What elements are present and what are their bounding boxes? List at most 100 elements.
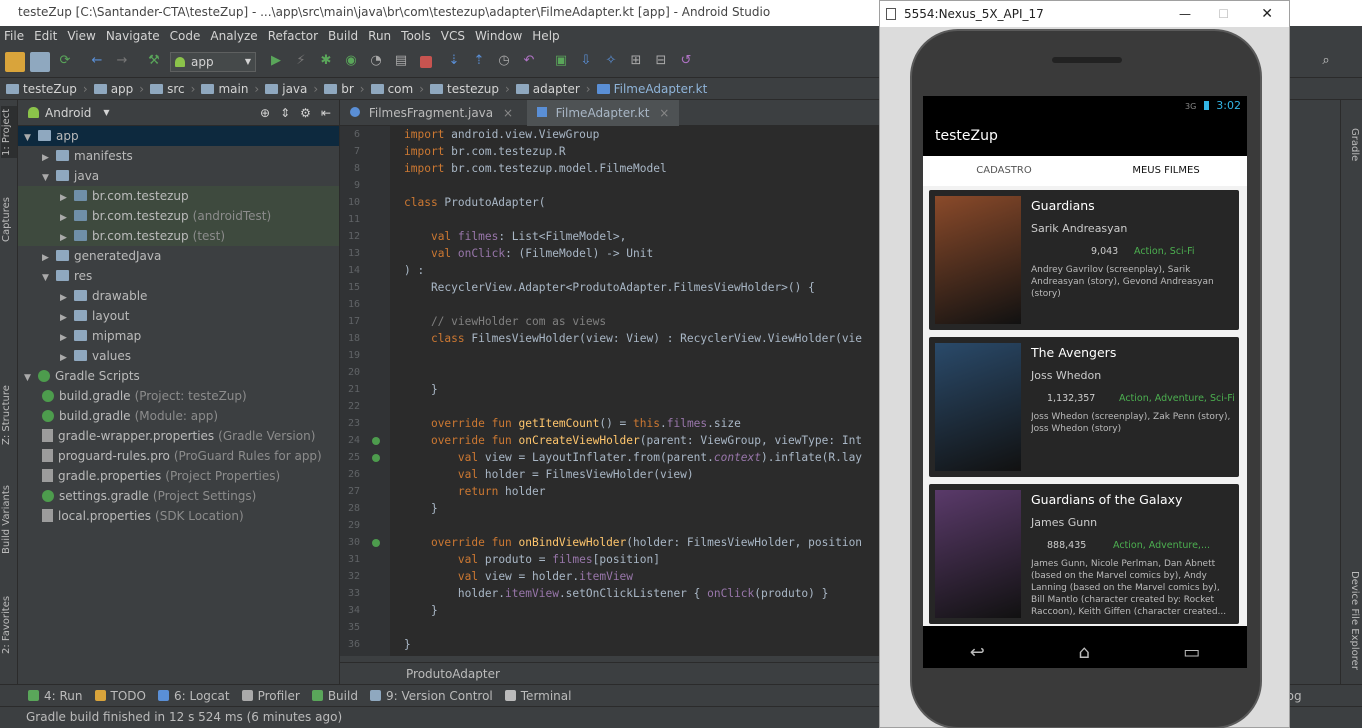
tree-item[interactable]: build.gradle (Module: app) [18,406,339,426]
menu-item-window[interactable]: Window [471,28,528,44]
tree-item[interactable]: gradle-wrapper.properties (Gradle Version… [18,426,339,446]
tree-arrow-icon[interactable]: ▼ [42,268,56,288]
breadcrumb-item[interactable]: testezup [430,82,499,96]
breadcrumb-item[interactable]: src [150,82,185,96]
close-icon[interactable]: ✕ [1261,1,1273,27]
bottom-tab-5[interactable]: 9: Version Control [369,685,493,707]
menu-item-navigate[interactable]: Navigate [102,28,166,44]
tree-item[interactable]: ▶ mipmap [18,326,339,346]
tree-arrow-icon[interactable]: ▶ [42,148,56,168]
collapse-all-icon[interactable]: ⇕ [280,106,290,120]
build-variants-tool-tab[interactable]: Build Variants [1,480,17,560]
revert-icon[interactable]: ↶ [519,52,539,72]
undo-icon[interactable]: ↺ [676,52,696,72]
editor-breadcrumb-label[interactable]: ProdutoAdapter [406,667,500,681]
movie-card[interactable]: The Avengers Joss Whedon 1,132,357 Action, … [929,337,1239,477]
tree-arrow-icon[interactable]: ▶ [60,288,74,308]
maximize-icon[interactable]: ☐ [1218,1,1229,27]
bottom-tab-4[interactable]: Build [311,685,358,707]
sdk-manager-icon[interactable]: ⇩ [576,52,596,72]
code-editor[interactable]: import android.view.ViewGroup import br.c… [390,126,880,656]
bottom-tab-1[interactable]: TODO [94,685,146,707]
open-folder-icon[interactable] [5,51,25,72]
make-project-icon[interactable]: ⚒ [144,52,164,72]
vcs-commit-icon[interactable]: ⇡ [469,52,489,72]
forward-icon[interactable]: → [112,52,132,72]
tree-arrow-icon[interactable]: ▼ [24,368,38,388]
bottom-tab-3[interactable]: Profiler [241,685,300,707]
tree-arrow-icon[interactable]: ▶ [60,208,74,228]
movie-list[interactable]: Guardians Sarik Andreasyan 9,043 Action, Sc… [923,186,1247,626]
project-tool-tab[interactable]: 1: Project [1,106,17,158]
breadcrumb-item[interactable]: main [201,82,248,96]
override-marker-icon[interactable] [372,437,380,445]
tree-item[interactable]: proguard-rules.pro (ProGuard Rules for ap… [18,446,339,466]
device-explorer-tool-tab[interactable]: Device File Explorer [1344,560,1360,680]
vcs-update-icon[interactable]: ⇣ [444,52,464,72]
tree-item[interactable]: ▼ res [18,266,339,286]
editor-tab-filmeadapter[interactable]: FilmeAdapter.kt × [526,100,680,126]
menu-item-refactor[interactable]: Refactor [264,28,324,44]
close-icon[interactable]: × [503,106,513,120]
tree-item[interactable]: ▶ br.com.testezup (test) [18,226,339,246]
tree-item[interactable]: gradle.properties (Project Properties) [18,466,339,486]
menu-item-vcs[interactable]: VCS [437,28,471,44]
tree-item[interactable]: ▼ Gradle Scripts [18,366,339,386]
tree-item[interactable]: ▶ generatedJava [18,246,339,266]
chevron-down-icon[interactable]: ▼ [103,108,109,117]
tree-item[interactable]: local.properties (SDK Location) [18,506,339,526]
back-nav-icon[interactable]: ↩ [970,642,985,663]
tab-meus-filmes[interactable]: MEUS FILMES [1085,156,1247,186]
layout-inspector-icon[interactable]: ✧ [601,52,621,72]
device-manager-icon[interactable]: ⊞ [626,52,646,72]
tab-cadastro[interactable]: CADASTRO [923,156,1085,186]
view-mode-select[interactable]: Android [45,106,91,120]
attach-debugger-icon[interactable]: ◉ [341,52,361,72]
tree-arrow-icon[interactable]: ▶ [42,248,56,268]
settings-icon[interactable]: ⚙ [300,106,311,120]
apply-changes-icon[interactable]: ⚡ [291,52,311,72]
sync-icon[interactable]: ⟳ [55,52,75,72]
editor-tab-filmesfragment[interactable]: FilmesFragment.java × [340,100,523,126]
locate-icon[interactable]: ⊕ [260,106,270,120]
breadcrumb-item[interactable]: adapter [515,82,580,96]
stop-icon[interactable] [420,55,432,68]
tree-arrow-icon[interactable]: ▶ [60,188,74,208]
breadcrumb-item[interactable]: app [93,82,133,96]
menu-item-analyze[interactable]: Analyze [206,28,263,44]
movie-card[interactable]: Guardians of the Galaxy James Gunn 888,435… [929,484,1239,624]
hide-panel-icon[interactable]: ⇤ [321,106,331,120]
menu-item-tools[interactable]: Tools [397,28,437,44]
tree-arrow-icon[interactable]: ▼ [42,168,56,188]
tree-item[interactable]: ▶ values [18,346,339,366]
project-structure-icon[interactable]: ⊟ [651,52,671,72]
menu-item-run[interactable]: Run [364,28,397,44]
tree-item[interactable]: ▶ manifests [18,146,339,166]
vcs-history-icon[interactable]: ◷ [494,52,514,72]
close-icon[interactable]: × [659,106,669,120]
movie-card[interactable]: Guardians Sarik Andreasyan 9,043 Action, Sc… [929,190,1239,330]
profile-icon[interactable]: ◔ [366,52,386,72]
tree-arrow-icon[interactable]: ▼ [24,128,38,148]
tree-arrow-icon[interactable]: ▶ [60,228,74,248]
favorites-tool-tab[interactable]: 2: Favorites [1,590,17,660]
gradle-tool-tab[interactable]: Gradle [1344,120,1360,170]
breadcrumb-item[interactable]: br [324,82,354,96]
menu-item-code[interactable]: Code [166,28,207,44]
bottom-tab-0[interactable]: 4: Run [28,685,83,707]
bottom-tab-6[interactable]: Terminal [504,685,571,707]
tree-item[interactable]: ▼ app [18,126,339,146]
tree-arrow-icon[interactable]: ▶ [60,328,74,348]
minimize-icon[interactable]: — [1179,1,1191,27]
bottom-tab-2[interactable]: 6: Logcat [157,685,230,707]
tree-arrow-icon[interactable]: ▶ [60,308,74,328]
home-nav-icon[interactable]: ⌂ [1078,642,1089,663]
menu-item-build[interactable]: Build [324,28,364,44]
menu-item-view[interactable]: View [63,28,101,44]
breadcrumb-item[interactable]: testeZup [6,82,77,96]
tree-item[interactable]: ▼ java [18,166,339,186]
captures-tool-tab[interactable]: Captures [1,190,17,250]
override-marker-icon[interactable] [372,454,380,462]
coverage-icon[interactable]: ▤ [391,52,411,72]
menu-item-edit[interactable]: Edit [30,28,63,44]
